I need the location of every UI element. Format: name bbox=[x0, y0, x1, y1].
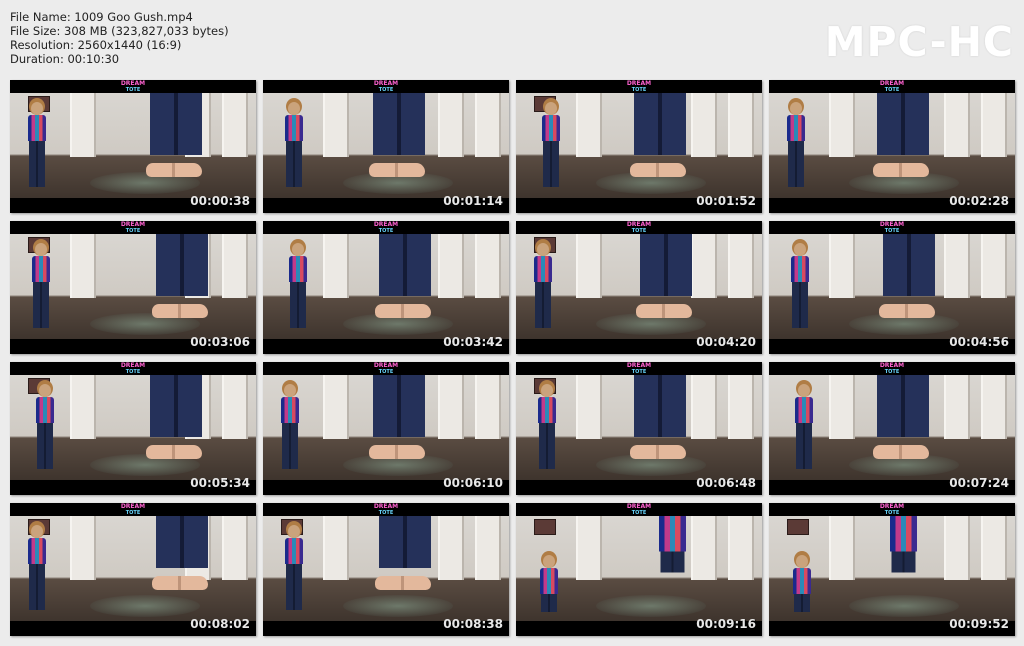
video-thumbnail: DREAM ТОТЕ 00:09:52 bbox=[769, 503, 1015, 636]
video-thumbnail: DREAM ТОТЕ 00:00:38 bbox=[10, 80, 256, 213]
thumbnail-timestamp: 00:06:10 bbox=[443, 476, 503, 490]
video-thumbnail: DREAM ТОТЕ 00:03:42 bbox=[263, 221, 509, 354]
thumbnail-timestamp: 00:01:14 bbox=[443, 194, 503, 208]
watermark-logo: DREAM ТОТЕ bbox=[120, 503, 146, 517]
thumbnail-timestamp: 00:08:02 bbox=[190, 617, 250, 631]
thumbnail-timestamp: 00:05:34 bbox=[190, 476, 250, 490]
watermark-logo: DREAM ТОТЕ bbox=[120, 221, 146, 235]
thumbnail-timestamp: 00:03:06 bbox=[190, 335, 250, 349]
thumbnail-timestamp: 00:06:48 bbox=[696, 476, 756, 490]
watermark-logo: DREAM ТОТЕ bbox=[626, 221, 652, 235]
thumbnail-timestamp: 00:02:28 bbox=[949, 194, 1009, 208]
video-thumbnail: DREAM ТОТЕ 00:05:34 bbox=[10, 362, 256, 495]
video-frame bbox=[769, 375, 1015, 480]
thumbnail-timestamp: 00:09:52 bbox=[949, 617, 1009, 631]
video-thumbnail: DREAM ТОТЕ 00:01:14 bbox=[263, 80, 509, 213]
video-frame bbox=[263, 375, 509, 480]
video-frame bbox=[769, 234, 1015, 339]
mpc-hc-logo: MPC-HC bbox=[824, 18, 1014, 66]
video-frame bbox=[516, 375, 762, 480]
thumbnail-timestamp: 00:09:16 bbox=[696, 617, 756, 631]
file-info: File Name: 1009 Goo Gush.mp4 File Size: … bbox=[10, 10, 229, 66]
video-frame bbox=[10, 516, 256, 621]
thumbnail-timestamp: 00:01:52 bbox=[696, 194, 756, 208]
thumbnail-timestamp: 00:04:20 bbox=[696, 335, 756, 349]
video-thumbnail: DREAM ТОТЕ 00:01:52 bbox=[516, 80, 762, 213]
thumbnail-timestamp: 00:08:38 bbox=[443, 617, 503, 631]
watermark-logo: DREAM ТОТЕ bbox=[626, 362, 652, 376]
thumbnail-timestamp: 00:04:56 bbox=[949, 335, 1009, 349]
video-thumbnail: DREAM ТОТЕ 00:09:16 bbox=[516, 503, 762, 636]
video-frame bbox=[263, 516, 509, 621]
video-frame bbox=[769, 516, 1015, 621]
video-thumbnail: DREAM ТОТЕ 00:08:02 bbox=[10, 503, 256, 636]
resolution-text: Resolution: 2560x1440 (16:9) bbox=[10, 38, 182, 52]
video-frame bbox=[10, 93, 256, 198]
video-frame bbox=[516, 234, 762, 339]
video-thumbnail: DREAM ТОТЕ 00:04:56 bbox=[769, 221, 1015, 354]
video-frame bbox=[10, 375, 256, 480]
video-frame bbox=[769, 93, 1015, 198]
video-thumbnail: DREAM ТОТЕ 00:08:38 bbox=[263, 503, 509, 636]
video-frame bbox=[10, 234, 256, 339]
video-thumbnail: DREAM ТОТЕ 00:02:28 bbox=[769, 80, 1015, 213]
thumbnail-timestamp: 00:00:38 bbox=[190, 194, 250, 208]
watermark-logo: DREAM ТОТЕ bbox=[626, 80, 652, 94]
thumbnail-timestamp: 00:07:24 bbox=[949, 476, 1009, 490]
watermark-logo: DREAM ТОТЕ bbox=[120, 80, 146, 94]
watermark-logo: DREAM ТОТЕ bbox=[373, 362, 399, 376]
video-frame bbox=[263, 234, 509, 339]
watermark-logo: DREAM ТОТЕ bbox=[879, 362, 905, 376]
watermark-logo: DREAM ТОТЕ bbox=[879, 221, 905, 235]
watermark-logo: DREAM ТОТЕ bbox=[879, 503, 905, 517]
video-thumbnail: DREAM ТОТЕ 00:03:06 bbox=[10, 221, 256, 354]
video-thumbnail: DREAM ТОТЕ 00:04:20 bbox=[516, 221, 762, 354]
watermark-logo: DREAM ТОТЕ bbox=[373, 80, 399, 94]
watermark-logo: DREAM ТОТЕ bbox=[120, 362, 146, 376]
duration-text: Duration: 00:10:30 bbox=[10, 52, 120, 66]
thumbnail-timestamp: 00:03:42 bbox=[443, 335, 503, 349]
file-size-text: File Size: 308 MB (323,827,033 bytes) bbox=[10, 24, 229, 38]
video-frame bbox=[263, 93, 509, 198]
watermark-logo: DREAM ТОТЕ bbox=[373, 503, 399, 517]
video-thumbnail: DREAM ТОТЕ 00:06:10 bbox=[263, 362, 509, 495]
video-frame bbox=[516, 93, 762, 198]
watermark-logo: DREAM ТОТЕ bbox=[373, 221, 399, 235]
video-frame bbox=[516, 516, 762, 621]
file-name-text: File Name: 1009 Goo Gush.mp4 bbox=[10, 10, 193, 24]
watermark-logo: DREAM ТОТЕ bbox=[879, 80, 905, 94]
video-thumbnail: DREAM ТОТЕ 00:06:48 bbox=[516, 362, 762, 495]
watermark-logo: DREAM ТОТЕ bbox=[626, 503, 652, 517]
video-thumbnail: DREAM ТОТЕ 00:07:24 bbox=[769, 362, 1015, 495]
